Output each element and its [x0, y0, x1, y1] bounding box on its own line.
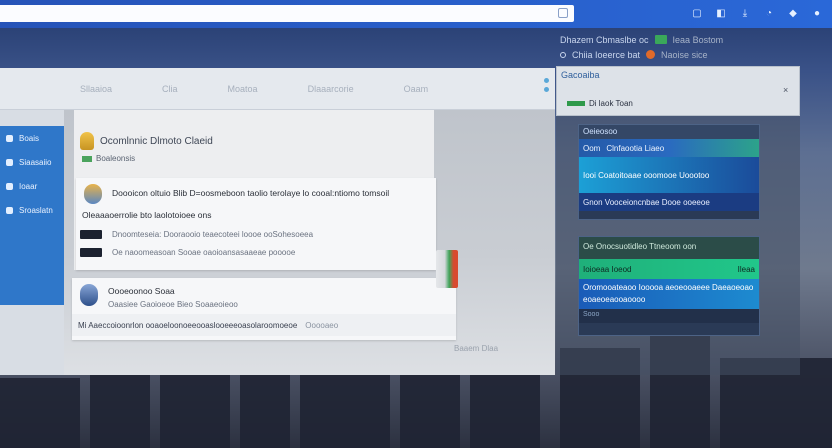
browser-toolbar: ▢ ◧ ⤓ ◔ ◆ ●: [0, 0, 832, 28]
news-headline[interactable]: Iooi Coatoitoaae ooomooe Uoootoo: [579, 157, 759, 193]
settings-icon: [6, 206, 13, 214]
profile-icon[interactable]: ●: [810, 6, 824, 20]
widget-stripe: Oom Clnfaootia Liaeo: [579, 139, 759, 157]
info-row-2: Chiia Ioeerce bat Naoise sice: [560, 47, 820, 62]
main-panel: Sllaaioa Clia Moatoa Dlaaarcorie Oaam Bo…: [0, 68, 555, 375]
content-area: Ocomlnnic Dlmoto Claeid Boaleonsis Doooi…: [64, 110, 555, 375]
widget-bar[interactable]: Ioioeaa Ioeod Ileaa: [579, 259, 759, 279]
panel-row[interactable]: Di laok Toan: [567, 99, 633, 108]
menu-icon: [6, 134, 13, 142]
top-right-info: Dhazem Cbmaslbe oc Ieaa Bostom Chiia Ioe…: [560, 32, 820, 62]
avatar[interactable]: [80, 284, 98, 306]
post-meta: Oe naoomeasoan Sooae oaoioansasaaeae poo…: [112, 248, 296, 257]
sidebar-icon[interactable]: ◧: [714, 6, 728, 20]
sidebar-label: Siaasaiio: [19, 157, 52, 167]
status-bar: [567, 101, 585, 106]
window-icon[interactable]: ▢: [690, 6, 704, 20]
history-icon[interactable]: ◔: [762, 6, 776, 20]
comment-meta: Ooooaeo: [305, 320, 339, 330]
tab-1[interactable]: Sllaaioa: [80, 84, 112, 94]
post-title: Oooeoonoo Soaa: [108, 286, 175, 296]
widget-footer: Sooo: [579, 309, 759, 323]
sidebar-item-1[interactable]: Boais: [0, 126, 64, 150]
content-footer: Baaem Dlaa: [454, 344, 499, 353]
chat-icon: [6, 158, 13, 166]
info-text: Dhazem Cbmaslbe oc: [560, 34, 649, 45]
tab-bar: Sllaaioa Clia Moatoa Dlaaarcorie Oaam: [0, 68, 555, 110]
info-text: Chiia Ioeerce bat: [572, 49, 641, 60]
sidebar: Boais Siaasaiio Ioaar Sroaslatn: [0, 126, 64, 305]
info-row-1: Dhazem Cbmaslbe oc Ieaa Bostom: [560, 32, 820, 47]
sidebar-item-3[interactable]: Ioaar: [0, 174, 64, 198]
widget-header: Oe Onocsuotidleo Ttneoom oon: [579, 237, 759, 259]
feed-title: Ocomlnnic Dlmoto Claeid: [100, 135, 213, 147]
info-extra: Naoise sice: [661, 49, 708, 60]
alert-icon: [646, 50, 656, 59]
status-chip: [654, 35, 667, 44]
right-info-panel: Gacoaiba × Di laok Toan: [556, 66, 800, 116]
address-bar[interactable]: [0, 5, 574, 22]
refresh-indicator[interactable]: [544, 78, 549, 92]
sidebar-item-4[interactable]: Sroaslatn: [0, 198, 64, 222]
feed-subtitle-text: Boaleonsis: [96, 154, 136, 163]
news-widget[interactable]: Oeieosoo Oom Clnfaootia Liaeo Iooi Coato…: [578, 124, 760, 220]
stripe-label: Oom: [583, 143, 601, 153]
radio-icon[interactable]: [560, 51, 566, 58]
feed-post[interactable]: Doooicon oltuio Blib D=oosmeboon taolio …: [76, 178, 436, 270]
stripe-label: Clnfaootia Liaeo: [606, 143, 665, 153]
market-widget[interactable]: Oe Onocsuotidleo Ttneoom oon Ioioeaa Ioe…: [578, 236, 760, 336]
tab-5[interactable]: Oaam: [404, 84, 429, 94]
news-subline[interactable]: Gnon Vooceioncnbae Dooe ooeeoe: [579, 193, 759, 211]
tab-3[interactable]: Moatoa: [228, 84, 258, 94]
product-image: [436, 250, 458, 288]
post-title: Doooicon oltuio Blib D=oosmeboon taolio …: [112, 188, 390, 198]
post-tag: [80, 248, 102, 257]
comment-row[interactable]: Mi Aaeccoioonrlon ooaoeloonoeeooaslooeee…: [72, 314, 456, 336]
info-badge: Ieaa Bostom: [672, 34, 724, 45]
close-icon[interactable]: ×: [783, 85, 793, 95]
avatar[interactable]: [84, 184, 102, 204]
post-meta: Dnoomteseia: Dooraooio teaecoteei loooe …: [112, 230, 314, 239]
folder-icon: [6, 182, 13, 190]
comment-text: Mi Aaeccoioonrlon ooaoeloonoeeooaslooeee…: [78, 320, 298, 330]
post-meta: Oaasiee Gaoioeoe Bieo Soaaeoieoo: [108, 300, 238, 309]
download-icon[interactable]: ⤓: [738, 6, 752, 20]
widget-text[interactable]: Oromooateaoo Iooooa aeoeooaeee Daeaoeoao…: [579, 279, 759, 309]
post-tag: [80, 230, 102, 239]
extension-icon[interactable]: ◆: [786, 6, 800, 20]
widget-header: Oeieosoo: [579, 125, 759, 139]
sidebar-item-2[interactable]: Siaasaiio: [0, 150, 64, 174]
feed-subtitle: Boaleonsis: [82, 154, 135, 163]
feed-post-2[interactable]: Oooeoonoo Soaa Oaasiee Gaoioeoe Bieo Soa…: [72, 278, 456, 340]
tab-4[interactable]: Dlaaarcorie: [308, 84, 354, 94]
panel-title: Gacoaiba: [561, 70, 600, 80]
sidebar-label: Sroaslatn: [19, 205, 53, 215]
bar-value: Ileaa: [737, 264, 755, 274]
status-chip: [82, 155, 92, 162]
panel-row-text: Di laok Toan: [589, 99, 633, 108]
tab-2[interactable]: Clia: [162, 84, 178, 94]
feed-header: Ocomlnnic Dlmoto Claeid: [80, 132, 213, 150]
lightbulb-icon: [80, 132, 94, 150]
bar-label: Ioioeaa Ioeod: [583, 264, 632, 274]
toolbar-icons: ▢ ◧ ⤓ ◔ ◆ ●: [690, 6, 824, 20]
page-icon[interactable]: [558, 8, 568, 18]
sidebar-label: Boais: [19, 133, 40, 143]
sidebar-label: Ioaar: [19, 181, 38, 191]
post-body: Oleaaaoerrolie bto laolotoioee ons: [82, 210, 212, 220]
